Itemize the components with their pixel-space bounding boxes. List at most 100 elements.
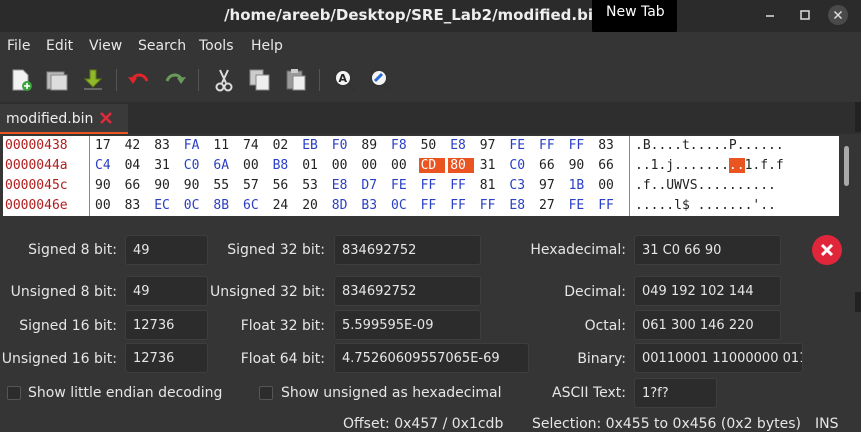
- hex-byte[interactable]: FF: [450, 198, 470, 213]
- float-32-field[interactable]: 5.599595E-09: [334, 310, 481, 340]
- tab-modified-bin[interactable]: modified.bin: [0, 104, 128, 134]
- hex-byte[interactable]: 01: [302, 158, 322, 173]
- hex-byte[interactable]: E8: [509, 198, 529, 213]
- hex-byte[interactable]: 17: [95, 138, 115, 153]
- maximize-button[interactable]: [795, 5, 815, 25]
- hex-byte[interactable]: C4: [95, 158, 115, 173]
- hex-row-ascii[interactable]: ..1.j.........1.f.f: [635, 158, 784, 173]
- hex-byte[interactable]: B8: [273, 158, 293, 173]
- hexadecimal-field[interactable]: 31 C0 66 90: [634, 235, 781, 265]
- hex-byte[interactable]: 97: [480, 138, 500, 153]
- find-button[interactable]: A: [332, 67, 358, 93]
- ascii-text-field[interactable]: 1?f?: [634, 378, 717, 408]
- hex-byte[interactable]: EC: [154, 198, 174, 213]
- save-button[interactable]: [80, 67, 106, 93]
- hex-byte[interactable]: E8: [450, 138, 470, 153]
- unsigned-16-field[interactable]: 12736: [125, 343, 208, 373]
- hex-byte[interactable]: 31: [154, 158, 174, 173]
- open-recent-button[interactable]: [44, 67, 70, 93]
- hex-byte[interactable]: 74: [243, 138, 263, 153]
- hex-byte[interactable]: 53: [302, 178, 322, 193]
- binary-field[interactable]: 00110001 11000000 011: [634, 343, 803, 373]
- hex-byte[interactable]: 83: [154, 138, 174, 153]
- hex-byte[interactable]: 90: [95, 178, 115, 193]
- new-button[interactable]: [8, 67, 34, 93]
- hex-view[interactable]: 00000438 17 42 83 FA 11 74 02 EB F0 89 F8 50 E8 97 FE FF…: [3, 136, 839, 216]
- octal-field[interactable]: 061 300 146 220: [634, 310, 781, 340]
- decimal-field[interactable]: 049 192 102 144: [634, 276, 781, 306]
- hex-scrollbar[interactable]: [842, 136, 852, 216]
- hex-row-ascii[interactable]: .f..UWVS..........: [635, 178, 776, 193]
- hex-byte[interactable]: 27: [539, 198, 559, 213]
- undo-button[interactable]: [126, 67, 152, 93]
- unsigned-hex-checkbox[interactable]: [259, 386, 273, 400]
- unsigned-8-field[interactable]: 49: [125, 276, 208, 306]
- ascii-selection[interactable]: ..: [728, 158, 745, 173]
- hex-byte[interactable]: 83: [598, 138, 618, 153]
- paste-button[interactable]: [283, 67, 309, 93]
- signed-16-field[interactable]: 12736: [125, 310, 208, 340]
- hex-byte[interactable]: 56: [273, 178, 293, 193]
- hex-byte[interactable]: 89: [361, 138, 381, 153]
- hex-byte[interactable]: F0: [332, 138, 352, 153]
- menu-tools[interactable]: Tools: [199, 38, 234, 54]
- hex-byte[interactable]: 0C: [391, 198, 411, 213]
- hex-byte[interactable]: EB: [302, 138, 322, 153]
- signed-8-field[interactable]: 49: [125, 235, 208, 265]
- copy-button[interactable]: [247, 67, 273, 93]
- close-inspector-button[interactable]: [812, 235, 842, 265]
- hex-byte[interactable]: FE: [509, 138, 529, 153]
- close-window-button[interactable]: [828, 5, 848, 25]
- menu-view[interactable]: View: [89, 38, 122, 54]
- hex-row[interactable]: 0000045c 90 66 90 90 55 57 56 53 E8 D7 FE FF FF 81 C3 97…: [3, 176, 839, 196]
- hex-byte[interactable]: FF: [421, 198, 441, 213]
- hex-byte[interactable]: E8: [332, 178, 352, 193]
- hex-byte[interactable]: C0: [509, 158, 529, 173]
- cut-button[interactable]: [211, 67, 237, 93]
- hex-byte[interactable]: 83: [125, 198, 145, 213]
- hex-byte[interactable]: 57: [243, 178, 263, 193]
- hex-byte[interactable]: B3: [361, 198, 381, 213]
- hex-byte[interactable]: 6C: [243, 198, 263, 213]
- hex-byte[interactable]: 80: [448, 158, 475, 173]
- hex-byte[interactable]: 8D: [332, 198, 352, 213]
- hex-byte[interactable]: FE: [569, 198, 589, 213]
- hex-byte[interactable]: 55: [213, 178, 233, 193]
- little-endian-checkbox[interactable]: [7, 386, 21, 400]
- hex-byte[interactable]: 0C: [184, 198, 204, 213]
- find-replace-button[interactable]: [368, 67, 394, 93]
- hex-byte[interactable]: 1B: [569, 178, 589, 193]
- hex-byte[interactable]: 20: [302, 198, 322, 213]
- hex-byte[interactable]: 00: [391, 158, 411, 173]
- hex-byte[interactable]: F8: [391, 138, 411, 153]
- hex-byte[interactable]: 66: [125, 178, 145, 193]
- hex-byte[interactable]: 00: [243, 158, 263, 173]
- hex-row[interactable]: 0000046e 00 83 EC 0C 8B 6C 24 20 8D B3 0C FF FF FF E8 27…: [3, 196, 839, 216]
- menu-search[interactable]: Search: [138, 38, 186, 54]
- hex-byte[interactable]: C0: [184, 158, 204, 173]
- tab-close-icon[interactable]: [98, 110, 114, 126]
- hex-byte[interactable]: 02: [273, 138, 293, 153]
- hex-byte[interactable]: 50: [421, 138, 441, 153]
- hex-byte[interactable]: FE: [391, 178, 411, 193]
- hex-byte[interactable]: 00: [95, 198, 115, 213]
- hex-byte[interactable]: FF: [598, 198, 618, 213]
- hex-byte[interactable]: FF: [539, 138, 559, 153]
- hex-byte[interactable]: 04: [125, 158, 145, 173]
- redo-button[interactable]: [162, 67, 188, 93]
- hex-byte[interactable]: 66: [539, 158, 559, 173]
- hex-row-ascii[interactable]: .B....t.....P......: [635, 138, 784, 153]
- hex-byte[interactable]: 90: [569, 158, 589, 173]
- unsigned-32-field[interactable]: 834692752: [334, 276, 481, 306]
- hex-byte[interactable]: 8B: [213, 198, 233, 213]
- hex-byte[interactable]: 00: [598, 178, 618, 193]
- hex-row-ascii[interactable]: .....l$ .......'..: [635, 198, 776, 213]
- hex-byte[interactable]: 6A: [213, 158, 233, 173]
- hex-row[interactable]: 00000438 17 42 83 FA 11 74 02 EB F0 89 F8 50 E8 97 FE FF…: [3, 136, 839, 156]
- hex-byte[interactable]: FF: [569, 138, 589, 153]
- hex-byte[interactable]: CD: [418, 158, 445, 173]
- minimize-button[interactable]: [760, 5, 780, 25]
- menu-edit[interactable]: Edit: [46, 38, 73, 54]
- menu-help[interactable]: Help: [251, 38, 283, 54]
- hex-byte[interactable]: 90: [184, 178, 204, 193]
